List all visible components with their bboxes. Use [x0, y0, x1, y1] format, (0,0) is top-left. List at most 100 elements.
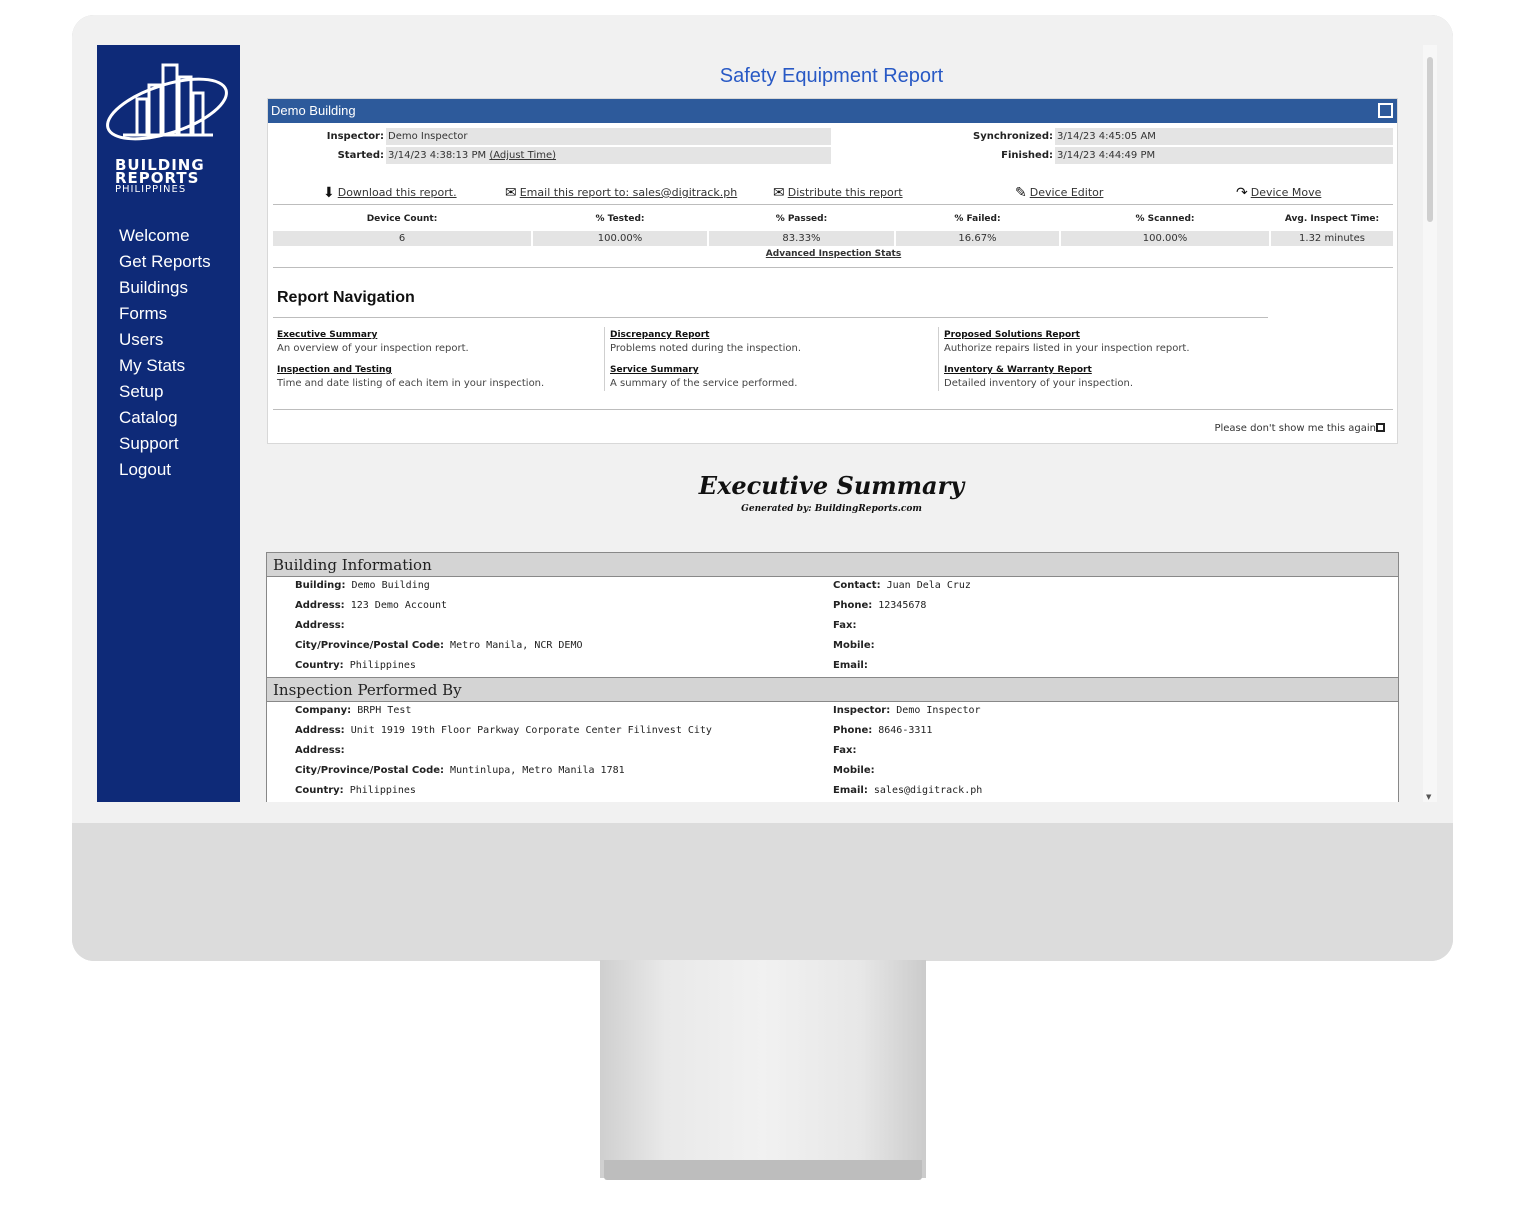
email-action[interactable]: ✉ Email this report to: sales@digitrack.p…: [505, 185, 737, 201]
executive-summary-title: Executive Summary: [698, 471, 965, 500]
info-cell: Country: Philippines: [295, 785, 416, 796]
download-action[interactable]: ⬇ Download this report.: [323, 185, 457, 201]
monitor-stand: [600, 960, 926, 1178]
nav-proposed-solutions-desc: Authorize repairs listed in your inspect…: [944, 343, 1190, 354]
nav-inspection-testing-link[interactable]: Inspection and Testing: [277, 365, 392, 375]
sidebar-item-buildings[interactable]: Buildings: [119, 277, 211, 303]
info-cell: Fax:: [833, 745, 857, 756]
stat-header-tested: % Tested:: [595, 214, 645, 224]
logo-text-reports: REPORTS: [115, 169, 200, 187]
table-row: Address: Fax:: [267, 742, 1398, 762]
sidebar-item-support[interactable]: Support: [119, 433, 211, 459]
download-arrow-icon: ⬇: [323, 185, 335, 201]
divider: [273, 204, 1393, 205]
stat-passed: 83.33%: [709, 231, 894, 246]
scrollbar-thumb[interactable]: [1427, 57, 1433, 222]
column-separator: [604, 327, 605, 391]
info-cell: Email: sales@digitrack.ph: [833, 785, 983, 796]
scroll-down-arrow-icon[interactable]: ▼: [1426, 793, 1431, 801]
info-cell: Fax:: [833, 620, 857, 631]
info-cell: Phone: 8646-3311: [833, 725, 933, 736]
sidebar-item-setup[interactable]: Setup: [119, 381, 211, 407]
info-cell: Phone: 12345678: [833, 600, 927, 611]
report-navigation-title: Report Navigation: [277, 289, 415, 306]
sidebar-item-welcome[interactable]: Welcome: [119, 225, 211, 251]
info-cell: Building: Demo Building: [295, 580, 430, 591]
sidebar-item-users[interactable]: Users: [119, 329, 211, 355]
info-cell: Mobile:: [833, 640, 875, 651]
envelope-icon: ✉: [773, 185, 785, 201]
envelope-icon: ✉: [505, 185, 517, 201]
monitor-chin: [72, 823, 1453, 961]
minimize-icon[interactable]: [1378, 103, 1393, 118]
table-row: City/Province/Postal Code: Muntinlupa, M…: [267, 762, 1398, 782]
brand-logo[interactable]: BUILDING REPORTS PHILIPPINES: [103, 59, 235, 195]
device-editor-action[interactable]: ✎ Device Editor: [1015, 185, 1103, 201]
sidebar-item-get-reports[interactable]: Get Reports: [119, 251, 211, 277]
divider: [273, 317, 1268, 318]
started-label: Started:: [337, 150, 384, 161]
device-editor-link[interactable]: Device Editor: [1030, 186, 1104, 199]
info-cell: Address: 123 Demo Account: [295, 600, 448, 611]
sidebar-item-catalog[interactable]: Catalog: [119, 407, 211, 433]
info-cell: City/Province/Postal Code: Muntinlupa, M…: [295, 765, 625, 776]
table-row: Country: Philippines Email:: [267, 657, 1398, 677]
nav-executive-summary-link[interactable]: Executive Summary: [277, 330, 377, 340]
building-logo-icon: [106, 63, 228, 141]
info-cell: Country: Philippines: [295, 660, 416, 671]
stat-failed: 16.67%: [896, 231, 1059, 246]
table-row: Address: Fax:: [267, 617, 1398, 637]
dont-show-checkbox[interactable]: [1376, 423, 1385, 432]
info-cell: Mobile:: [833, 765, 875, 776]
download-report-link[interactable]: Download this report.: [338, 186, 457, 199]
sidebar-item-my-stats[interactable]: My Stats: [119, 355, 211, 381]
stat-header-passed: % Passed:: [775, 214, 828, 224]
screen: BUILDING REPORTS PHILIPPINES Welcome Get…: [97, 45, 1437, 802]
table-row: Address: Unit 1919 19th Floor Parkway Co…: [267, 722, 1398, 742]
device-move-action[interactable]: ↷ Device Move: [1236, 185, 1321, 201]
distribute-action[interactable]: ✉ Distribute this report: [773, 185, 903, 201]
generated-by: Generated by: BuildingReports.com: [741, 504, 922, 514]
synchronized-label: Synchronized:: [973, 131, 1053, 142]
info-cell: Contact: Juan Dela Cruz: [833, 580, 971, 591]
table-row: Company: BRPH Test Inspector: Demo Inspe…: [267, 702, 1398, 722]
sidebar-nav: Welcome Get Reports Buildings Forms User…: [119, 225, 211, 485]
adjust-time-link[interactable]: (Adjust Time): [489, 150, 556, 161]
vertical-scrollbar[interactable]: ▼: [1423, 45, 1437, 802]
inspector-label: Inspector:: [326, 131, 384, 142]
building-information-header: Building Information: [267, 553, 1398, 577]
dont-show-label: Please don't show me this again: [1214, 423, 1376, 434]
logo-text-philippines: PHILIPPINES: [115, 184, 187, 195]
inspection-performed-by-header: Inspection Performed By: [267, 678, 1398, 702]
dont-show-again[interactable]: Please don't show me this again: [1214, 423, 1385, 434]
stat-tested: 100.00%: [533, 231, 707, 246]
nav-inspection-testing-desc: Time and date listing of each item in yo…: [277, 378, 545, 389]
advanced-stats-link-wrap: Advanced Inspection Stats: [268, 249, 1399, 259]
nav-service-summary-link[interactable]: Service Summary: [610, 365, 699, 375]
divider: [273, 409, 1393, 410]
stat-header-avg-time: Avg. Inspect Time:: [1284, 214, 1380, 224]
stat-avg-time: 1.32 minutes: [1271, 231, 1393, 246]
advanced-stats-link[interactable]: Advanced Inspection Stats: [766, 249, 901, 259]
finished-value: 3/14/23 4:44:49 PM: [1055, 147, 1393, 164]
info-cell: Address: Unit 1919 19th Floor Parkway Co…: [295, 725, 712, 736]
sidebar-item-logout[interactable]: Logout: [119, 459, 211, 485]
nav-proposed-solutions-link[interactable]: Proposed Solutions Report: [944, 330, 1080, 340]
sidebar-item-forms[interactable]: Forms: [119, 303, 211, 329]
nav-discrepancy-link[interactable]: Discrepancy Report: [610, 330, 709, 340]
stat-device-count: 6: [273, 231, 531, 246]
table-row: Address: 123 Demo Account Phone: 1234567…: [267, 597, 1398, 617]
table-row: Building: Demo Building Contact: Juan De…: [267, 577, 1398, 597]
report-info-panel: Demo Building Inspector: Demo Inspector …: [267, 98, 1398, 444]
divider: [273, 267, 1393, 268]
stat-scanned: 100.00%: [1061, 231, 1269, 246]
distribute-report-link[interactable]: Distribute this report: [788, 186, 903, 199]
monitor-stand-base: [604, 1160, 922, 1180]
nav-inventory-warranty-desc: Detailed inventory of your inspection.: [944, 378, 1134, 389]
nav-discrepancy-desc: Problems noted during the inspection.: [610, 343, 802, 354]
email-report-link[interactable]: Email this report to: sales@digitrack.ph: [520, 186, 737, 199]
stat-header-scanned: % Scanned:: [1135, 214, 1195, 224]
curved-arrow-icon: ↷: [1236, 185, 1248, 201]
device-move-link[interactable]: Device Move: [1251, 186, 1322, 199]
nav-inventory-warranty-link[interactable]: Inventory & Warranty Report: [944, 365, 1092, 375]
